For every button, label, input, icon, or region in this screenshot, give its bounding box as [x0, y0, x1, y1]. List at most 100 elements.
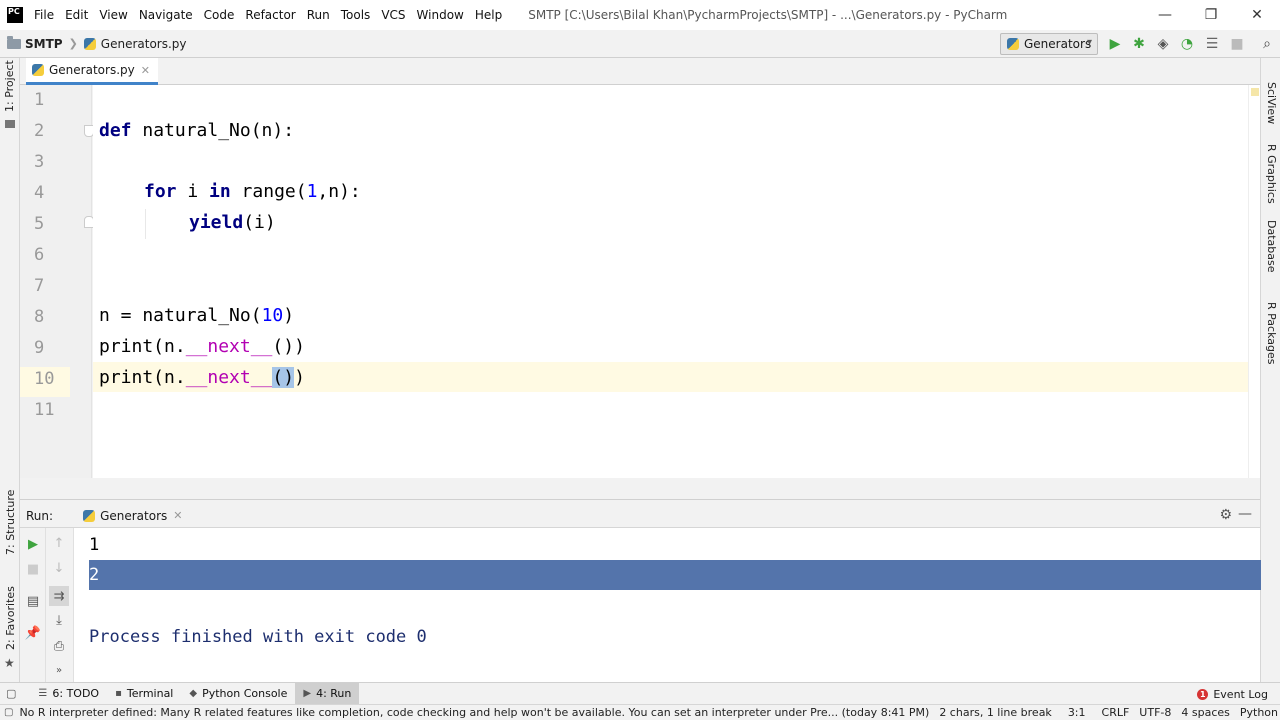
status-line-separator[interactable]: CRLF	[1102, 706, 1130, 719]
menu-help[interactable]: Help	[475, 8, 502, 22]
run-configuration-select[interactable]: Generators ▾	[1000, 33, 1098, 55]
down-arrow-icon[interactable]: ↓	[51, 560, 67, 576]
code-text: print(n.	[99, 336, 186, 357]
close-window-button[interactable]: ✕	[1234, 0, 1280, 30]
run-tab-generators[interactable]: Generators ✕	[83, 504, 182, 528]
pycharm-window: PC File Edit View Navigate Code Refactor…	[0, 0, 1280, 720]
keyword: for	[144, 181, 177, 202]
status-message[interactable]: No R interpreter defined: Many R related…	[19, 706, 929, 719]
coverage-icon[interactable]: ◈	[1154, 35, 1172, 53]
code-editor[interactable]: def natural_No(n): for i in range(1,n): …	[93, 85, 1248, 478]
number-literal: 10	[261, 305, 284, 326]
python-file-icon	[1007, 38, 1019, 50]
number-literal: 1	[306, 181, 318, 202]
run-icon[interactable]: ▶	[1106, 35, 1124, 53]
status-caret-position[interactable]: 3:1	[1068, 706, 1086, 719]
status-indent[interactable]: 4 spaces	[1181, 706, 1230, 719]
close-tab-icon[interactable]: ✕	[173, 509, 182, 522]
sciview-tool-button[interactable]: SciView	[1265, 82, 1278, 124]
tool-window-tabs: ▢ ☰ 6: TODO ▪ Terminal ◆ Python Console …	[0, 682, 1280, 705]
menu-tools[interactable]: Tools	[341, 8, 371, 22]
profile-icon[interactable]: ◔	[1178, 35, 1196, 53]
r-graphics-tool-button[interactable]: R Graphics	[1265, 144, 1278, 204]
event-log-button[interactable]: 1 Event Log	[1197, 683, 1268, 705]
tool-tab-terminal[interactable]: ▪ Terminal	[107, 683, 181, 705]
code-text: natural_No(n):	[131, 120, 295, 141]
restore-button[interactable]: ❐	[1188, 0, 1234, 30]
line-number: 11	[34, 400, 55, 420]
tool-tab-python-console[interactable]: ◆ Python Console	[181, 683, 295, 705]
structure-tool-button[interactable]: 7: Structure	[4, 490, 17, 555]
run-panel-header: Run: Generators ✕ ⚙ —	[20, 504, 1260, 528]
print-icon[interactable]: ⎙	[51, 638, 67, 654]
concurrency-icon[interactable]: ☰	[1203, 35, 1221, 53]
stop-icon[interactable]: ■	[25, 561, 41, 577]
right-tool-strip: SciView R Graphics Database R Packages	[1260, 58, 1280, 682]
line-number: 4	[34, 183, 45, 203]
menu-file[interactable]: File	[34, 8, 54, 22]
menu-view[interactable]: View	[99, 8, 127, 22]
rerun-icon[interactable]: ▶	[25, 536, 41, 552]
editor-tab-label: Generators.py	[49, 63, 135, 77]
breadcrumb-file[interactable]: Generators.py	[101, 37, 187, 51]
status-encoding[interactable]: UTF-8	[1139, 706, 1171, 719]
event-count-badge: 1	[1197, 688, 1209, 700]
line-number: 8	[34, 307, 45, 327]
database-tool-button[interactable]: Database	[1265, 220, 1278, 273]
search-icon[interactable]: ⌕	[1258, 35, 1276, 53]
status-interpreter[interactable]: Python 3.7 (SMTP)	[1240, 706, 1280, 719]
favorites-tool-button[interactable]: 2: Favorites	[4, 586, 17, 650]
editor-tab-bar: Generators.py ✕	[20, 58, 1260, 85]
gear-icon[interactable]: ⚙	[1219, 507, 1232, 523]
event-log-label: Event Log	[1213, 687, 1268, 701]
soft-wrap-icon[interactable]: ⇉	[49, 586, 69, 606]
keyword: yield	[189, 212, 244, 233]
menu-refactor[interactable]: Refactor	[245, 8, 295, 22]
title-bar: PC File Edit View Navigate Code Refactor…	[0, 0, 1280, 30]
status-toggle-icon[interactable]: ▢	[4, 707, 13, 718]
chevron-down-icon: ▾	[1086, 37, 1092, 48]
dunder-method: __next__	[185, 367, 273, 388]
editor-bottom-bar	[20, 478, 1260, 500]
code-text: )	[283, 305, 295, 326]
console-output-line: 1	[89, 535, 100, 555]
line-number: 2	[34, 121, 45, 141]
project-tool-button[interactable]: 1: Project	[3, 60, 16, 112]
restore-layout-icon[interactable]: ▤	[25, 593, 41, 609]
tool-tab-run[interactable]: ▶ 4: Run	[295, 682, 360, 705]
pin-tab-icon[interactable]: 📌	[25, 625, 41, 641]
menu-code[interactable]: Code	[204, 8, 235, 22]
pycharm-logo-icon: PC	[7, 7, 23, 23]
indent-guide	[145, 209, 146, 239]
editor-scrollbar[interactable]	[1248, 85, 1260, 478]
line-number: 3	[34, 152, 45, 172]
line-number: 9	[34, 338, 45, 358]
menu-window[interactable]: Window	[417, 8, 464, 22]
code-text: range(	[230, 181, 307, 202]
process-finished-message: Process finished with exit code 0	[89, 627, 427, 647]
debug-icon[interactable]: ✱	[1130, 35, 1148, 53]
hide-panel-icon[interactable]: —	[1238, 506, 1252, 522]
menu-navigate[interactable]: Navigate	[139, 8, 193, 22]
menu-edit[interactable]: Edit	[65, 8, 88, 22]
breadcrumb-project[interactable]: SMTP	[25, 37, 63, 51]
close-tab-icon[interactable]: ✕	[141, 64, 150, 77]
up-arrow-icon[interactable]: ↑	[51, 535, 67, 551]
run-console[interactable]: 1 2 Process finished with exit code 0	[74, 528, 1261, 682]
menu-vcs[interactable]: VCS	[381, 8, 405, 22]
line-number: 1	[34, 90, 45, 110]
scroll-to-end-icon[interactable]: ⤓	[51, 612, 67, 628]
r-packages-tool-button[interactable]: R Packages	[1265, 302, 1278, 364]
code-text: i	[176, 181, 210, 202]
star-icon: ★	[4, 656, 15, 670]
editor-tab-generators[interactable]: Generators.py ✕	[26, 58, 158, 85]
menu-run[interactable]: Run	[307, 8, 330, 22]
more-icon[interactable]: »	[51, 662, 67, 678]
stop-icon[interactable]: ■	[1228, 35, 1246, 53]
tool-windows-quick-access-icon[interactable]: ▢	[6, 687, 16, 700]
code-text: (i)	[243, 212, 276, 233]
breadcrumb-separator-icon: ❯	[68, 37, 78, 50]
python-file-icon	[83, 509, 96, 522]
minimize-button[interactable]: —	[1142, 0, 1188, 30]
tool-tab-todo[interactable]: ☰ 6: TODO	[30, 683, 107, 705]
